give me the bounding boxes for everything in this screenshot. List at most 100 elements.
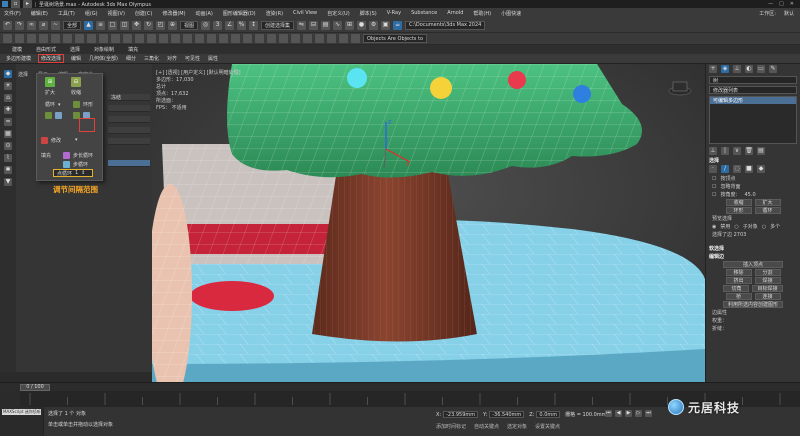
tool-icon[interactable] [219,34,228,43]
display-bones-icon[interactable]: ⌇ [4,154,12,162]
layer-icon[interactable]: ▤ [321,20,331,30]
grow-button[interactable]: ⊞ 扩大 [45,77,55,96]
loop-mode-item[interactable]: 循环 ▾ [45,101,61,109]
tool-icon[interactable] [15,34,24,43]
ribbon-item[interactable]: 可见性 [185,55,200,62]
tool-icon[interactable] [303,34,312,43]
mirror-icon[interactable]: ⇋ [297,20,307,30]
menu-item[interactable]: 视图(V) [108,10,125,17]
polygon-icon[interactable]: ■ [745,165,753,173]
loop-button[interactable]: 循环 [754,207,781,214]
by-vertex-checkbox[interactable]: ☐ 按顶点 [709,175,797,183]
tool-icon[interactable] [135,34,144,43]
filter-icon[interactable]: ▼ [4,178,12,186]
menu-item[interactable]: 脚本(S) [360,10,377,17]
coord-x-field[interactable]: -23.959mm [443,411,479,418]
spinner-snap-icon[interactable]: ↕ [249,20,259,30]
tool-icon[interactable] [27,34,36,43]
placement-icon[interactable]: ⊕ [168,20,178,30]
ribbon-item[interactable]: 细分 [126,55,136,62]
menu-item[interactable]: Civil View [293,10,317,16]
perspective-viewport[interactable]: Z X [+] [透视] [用户定义] [默认明暗处理] 多边形：17,030 … [152,64,705,382]
ribbon-item[interactable]: 多边形建模 [6,55,31,62]
tool-icon[interactable] [231,34,240,43]
add-time-tag-button[interactable]: 添加时间标记 [436,423,466,430]
selection-filter-dropdown[interactable]: 全部 [63,20,82,30]
tool-icon[interactable] [327,34,336,43]
tool-icon[interactable] [39,34,48,43]
create-shape-button[interactable]: 利用所选内容创建图形 [722,301,783,308]
extrude-button[interactable]: 挤出 [725,277,752,284]
tool-icon[interactable] [255,34,264,43]
ribbon-tab[interactable]: 对象绘制 [94,46,114,53]
create-tab-icon[interactable]: + [709,65,717,73]
make-unique-icon[interactable]: ∨ [733,147,741,155]
show-end-result-icon[interactable]: | [721,147,729,155]
auto-key-button[interactable]: 自动关键点 [474,423,499,430]
shrink-button[interactable]: ⊟ 收缩 [71,77,81,96]
close-button[interactable]: ✕ [790,1,794,7]
go-start-icon[interactable]: ⏮ [605,410,612,417]
tool-icon[interactable] [63,34,72,43]
pin-stack-icon[interactable]: ⊥ [709,147,717,155]
tool-icon[interactable] [315,34,324,43]
tool-icon[interactable] [159,34,168,43]
ring-item[interactable]: 环形 [73,101,93,108]
redo-icon[interactable]: ↷ [15,20,24,30]
set-key-button[interactable]: 设置关键点 [535,423,560,430]
coord-y-field[interactable]: -36.540mm [489,411,525,418]
vertex-icon[interactable]: · [709,165,717,173]
tool-icon[interactable] [123,34,132,43]
go-end-icon[interactable]: ⏭ [645,410,652,417]
tool-icon[interactable] [243,34,252,43]
object-paint-dropdown[interactable]: Objects Are Objects to [363,34,428,43]
selection-rollout[interactable]: 选择 [709,156,797,164]
crease-row[interactable]: 折缝： [709,325,797,332]
prev-frame-icon[interactable]: ◀ [615,410,622,417]
weight-row[interactable]: 权重： [709,317,797,324]
split-button[interactable]: 分割 [754,269,781,276]
coord-z-field[interactable]: 0.0mm [536,411,561,418]
display-groups-icon[interactable]: ▦ [4,130,12,138]
move-icon[interactable]: ✥ [132,20,142,30]
select-object-icon[interactable]: ▲ [84,20,94,30]
menu-item[interactable]: 文件(F) [4,10,21,17]
material-editor-icon[interactable]: ● [357,20,367,30]
menu-item[interactable]: Substance [411,10,437,16]
align-icon[interactable]: ⊟ [309,20,319,30]
ribbon-item[interactable]: 编辑 [71,55,81,62]
menu-item[interactable]: 修改器(M) [162,10,185,17]
modify-dropdown-item[interactable]: ▾ [75,137,78,143]
spinner-arrows-icon[interactable]: ⇕ [81,170,85,176]
hierarchy-tab-icon[interactable]: ⊥ [733,65,741,73]
step-loop-2-item[interactable]: 步循环 [63,161,88,168]
percent-snap-icon[interactable]: % [237,20,247,30]
ribbon-item[interactable]: 修改选择 [38,54,65,63]
pivot-icon[interactable]: ◎ [201,20,211,30]
menu-item[interactable]: 自定义(U) [327,10,350,17]
menu-item[interactable]: 编辑(E) [31,10,48,17]
ribbon-tab[interactable]: 选择 [70,46,80,53]
path-dropdown[interactable]: C:\Documents\3ds Max 2024 [405,20,486,30]
ribbon-tab[interactable]: 自由形式 [36,46,56,53]
bridge-button[interactable]: 桥 [725,293,752,300]
link-icon[interactable]: ∞ [27,20,36,30]
ribbon-item[interactable]: 对齐 [167,55,177,62]
tool-icon[interactable] [171,34,180,43]
display-xrefs-icon[interactable]: ⊙ [4,142,12,150]
display-item[interactable]: 填充 [41,152,51,159]
workspace-dropdown[interactable]: 默认 [784,10,794,17]
time-slider[interactable]: 0 / 100 [0,382,800,391]
maximize-button[interactable]: □ [779,1,784,7]
schematic-icon[interactable]: ⊞ [345,20,355,30]
ribbon-tab[interactable]: 填充 [128,46,138,53]
menu-item[interactable]: 工具(T) [58,10,75,17]
rect-select-icon[interactable]: □ [108,20,118,30]
weld-button[interactable]: 焊接 [754,277,781,284]
ribbon-item[interactable]: 三角化 [144,55,159,62]
menu-item[interactable]: 小图快速 [501,10,521,17]
dot-loop-spinner[interactable]: 点循环 1 ⇕ [53,169,93,177]
tool-icon[interactable] [75,34,84,43]
curve-editor-icon[interactable]: ∿ [333,20,343,30]
tool-icon[interactable] [207,34,216,43]
